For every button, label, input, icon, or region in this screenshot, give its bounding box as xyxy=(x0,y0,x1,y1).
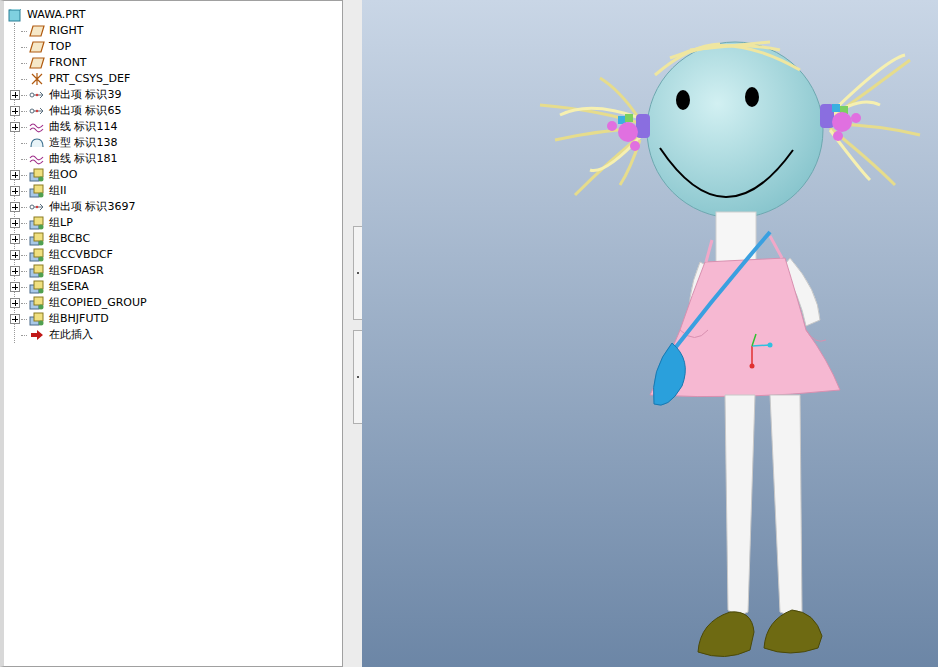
group-icon xyxy=(29,184,45,198)
tree-item[interactable]: 组OO xyxy=(15,167,342,183)
group-icon xyxy=(29,296,45,310)
expand-toggle[interactable] xyxy=(10,122,20,132)
expand-toggle[interactable] xyxy=(10,90,20,100)
tree-item[interactable]: 曲线 标识181 xyxy=(15,151,342,167)
tree-item[interactable]: 组LP xyxy=(15,215,342,231)
datum-plane-icon xyxy=(29,25,45,37)
splitter-handle[interactable] xyxy=(353,330,362,424)
group-icon xyxy=(29,280,45,294)
datum-plane-icon xyxy=(29,57,45,69)
left-leg xyxy=(725,395,755,615)
hair-top xyxy=(655,42,800,75)
expand-toggle[interactable] xyxy=(10,202,20,212)
cad-window: WAWA.PRTRIGHTTOPFRONTPRT_CSYS_DEF伸出项 标识3… xyxy=(0,0,938,667)
hair-tie-left xyxy=(607,114,650,151)
part-icon xyxy=(8,9,21,22)
expand-toggle[interactable] xyxy=(10,170,20,180)
expand-toggle[interactable] xyxy=(10,282,20,292)
dress-pockets xyxy=(680,330,826,341)
group-icon xyxy=(29,248,45,262)
group-icon xyxy=(29,216,45,230)
tree-children: RIGHTTOPFRONTPRT_CSYS_DEF伸出项 标识39伸出项 标识6… xyxy=(14,23,342,343)
bag-strap xyxy=(672,232,770,352)
tree-item[interactable]: 伸出项 标识3697 xyxy=(15,199,342,215)
panel-splitter[interactable] xyxy=(343,0,362,667)
protrusion-icon xyxy=(29,201,45,213)
hair-tie-right xyxy=(820,104,861,141)
axis-triad xyxy=(750,334,773,369)
dress-straps xyxy=(706,236,782,262)
group-icon xyxy=(29,232,45,246)
tree-item[interactable]: 组BHJFUTD xyxy=(15,311,342,327)
tree-item[interactable]: PRT_CSYS_DEF xyxy=(15,71,342,87)
curve-icon xyxy=(29,153,45,165)
protrusion-icon xyxy=(29,105,45,117)
protrusion-icon xyxy=(29,89,45,101)
tree-item[interactable]: 伸出项 标识65 xyxy=(15,103,342,119)
hair-left xyxy=(540,78,645,195)
expand-toggle[interactable] xyxy=(10,234,20,244)
tree-root[interactable]: WAWA.PRT xyxy=(8,7,342,23)
expand-toggle[interactable] xyxy=(10,106,20,116)
doll-model xyxy=(362,0,938,667)
csys-icon xyxy=(29,72,45,86)
tree-item[interactable]: 曲线 标识114 xyxy=(15,119,342,135)
style-icon xyxy=(29,137,45,149)
tree-item[interactable]: 组COPIED_GROUP xyxy=(15,295,342,311)
tree-item[interactable]: 组CCVBDCF xyxy=(15,247,342,263)
shoulder-bag xyxy=(653,343,685,405)
tree-item[interactable]: 组II xyxy=(15,183,342,199)
expand-toggle[interactable] xyxy=(10,298,20,308)
tree-item[interactable]: FRONT xyxy=(15,55,342,71)
hair-right xyxy=(828,55,920,185)
tree-item[interactable]: RIGHT xyxy=(15,23,342,39)
tree-item[interactable]: 伸出项 标识39 xyxy=(15,87,342,103)
model-tree: WAWA.PRTRIGHTTOPFRONTPRT_CSYS_DEF伸出项 标识3… xyxy=(0,0,343,667)
right-eye xyxy=(745,87,759,107)
group-icon xyxy=(29,312,45,326)
smile xyxy=(660,148,793,197)
splitter-handle[interactable] xyxy=(353,226,362,320)
left-eye xyxy=(676,90,690,110)
right-leg xyxy=(770,395,802,615)
right-shoe xyxy=(764,610,822,653)
left-shoe xyxy=(698,612,754,657)
expand-toggle[interactable] xyxy=(10,186,20,196)
expand-toggle[interactable] xyxy=(10,266,20,276)
tree-item[interactable]: 造型 标识138 xyxy=(15,135,342,151)
expand-toggle[interactable] xyxy=(10,250,20,260)
tree-item[interactable]: 在此插入 xyxy=(15,327,342,343)
group-icon xyxy=(29,168,45,182)
tree-item[interactable]: 组SFDASR xyxy=(15,263,342,279)
curve-icon xyxy=(29,121,45,133)
group-icon xyxy=(29,264,45,278)
graphics-viewport[interactable] xyxy=(362,0,938,667)
expand-toggle[interactable] xyxy=(10,218,20,228)
insert-arrow-icon xyxy=(29,329,45,341)
tree-item[interactable]: 组BCBC xyxy=(15,231,342,247)
expand-toggle[interactable] xyxy=(10,314,20,324)
tree-item[interactable]: 组SERA xyxy=(15,279,342,295)
head xyxy=(647,42,823,218)
datum-plane-icon xyxy=(29,41,45,53)
tree-item[interactable]: TOP xyxy=(15,39,342,55)
